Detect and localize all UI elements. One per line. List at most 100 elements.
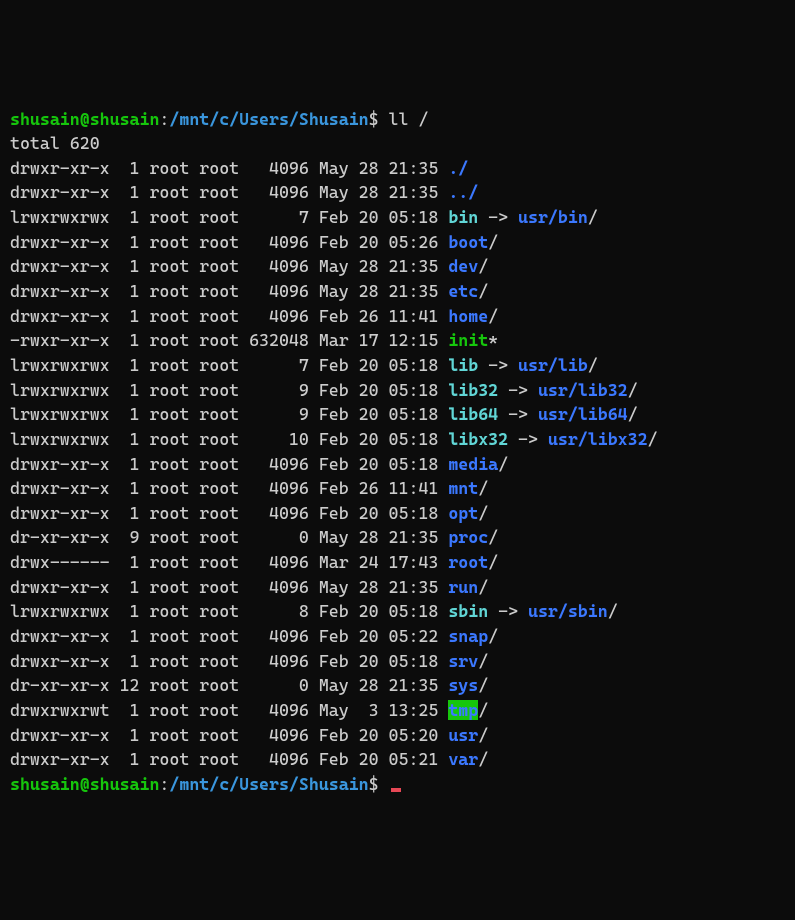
file-size: 4096: [239, 577, 309, 597]
file-slash: /: [488, 552, 498, 572]
file-perms: drwxr-xr-x: [10, 232, 110, 252]
file-links: 1: [110, 158, 140, 178]
file-size: 4096: [239, 700, 309, 720]
file-owner: root: [140, 527, 190, 547]
file-owner: root: [140, 601, 190, 621]
file-name: libx32: [448, 429, 508, 449]
file-name: root: [448, 552, 488, 572]
file-links: 1: [110, 577, 140, 597]
file-links: 1: [110, 725, 140, 745]
file-date: Mar 17 12:15: [309, 330, 448, 350]
listing-row: drwxr-xr-x 1 root root 4096 Feb 20 05:18…: [10, 649, 785, 674]
file-links: 1: [110, 601, 140, 621]
listing-row: drwx------ 1 root root 4096 Mar 24 17:43…: [10, 550, 785, 575]
file-size: 7: [239, 207, 309, 227]
file-links: 1: [110, 380, 140, 400]
file-date: May 28 21:35: [309, 527, 448, 547]
listing-row: lrwxrwxrwx 1 root root 9 Feb 20 05:18 li…: [10, 402, 785, 427]
prompt-line-2: shusain@shusain:/mnt/c/Users/Shusain$: [10, 772, 785, 797]
link-target: usr/bin: [518, 207, 588, 227]
file-owner: root: [140, 404, 190, 424]
file-date: Feb 20 05:18: [309, 355, 448, 375]
file-links: 1: [110, 404, 140, 424]
file-slash: /: [478, 281, 488, 301]
file-size: 0: [239, 675, 309, 695]
file-group: root: [189, 626, 239, 646]
prompt-dollar: $: [369, 774, 379, 794]
listing-row: drwxr-xr-x 1 root root 4096 Feb 26 11:41…: [10, 476, 785, 501]
file-size: 4096: [239, 552, 309, 572]
file-links: 1: [110, 355, 140, 375]
file-owner: root: [140, 725, 190, 745]
file-perms: drwxr-xr-x: [10, 256, 110, 276]
file-date: Mar 24 17:43: [309, 552, 448, 572]
file-owner: root: [140, 429, 190, 449]
file-owner: root: [140, 306, 190, 326]
file-size: 4096: [239, 478, 309, 498]
file-group: root: [189, 158, 239, 178]
file-date: Feb 20 05:20: [309, 725, 448, 745]
file-group: root: [189, 700, 239, 720]
file-name: ./: [448, 158, 468, 178]
listing-row: lrwxrwxrwx 1 root root 8 Feb 20 05:18 sb…: [10, 599, 785, 624]
file-size: 4096: [239, 281, 309, 301]
file-date: Feb 20 05:26: [309, 232, 448, 252]
file-star: *: [488, 330, 498, 350]
listing-row: drwxr-xr-x 1 root root 4096 Feb 20 05:21…: [10, 747, 785, 772]
total-line: total 620: [10, 131, 785, 156]
file-perms: drwxr-xr-x: [10, 454, 110, 474]
file-name: snap: [448, 626, 488, 646]
file-owner: root: [140, 651, 190, 671]
target-slash: /: [628, 404, 638, 424]
file-owner: root: [140, 380, 190, 400]
file-group: root: [189, 306, 239, 326]
listing-row: drwxr-xr-x 1 root root 4096 May 28 21:35…: [10, 180, 785, 205]
file-perms: drwxr-xr-x: [10, 158, 110, 178]
file-date: Feb 20 05:18: [309, 651, 448, 671]
file-owner: root: [140, 626, 190, 646]
file-date: May 28 21:35: [309, 675, 448, 695]
file-slash: /: [478, 675, 488, 695]
file-group: root: [189, 601, 239, 621]
terminal-output[interactable]: shusain@shusain:/mnt/c/Users/Shusain$ ll…: [10, 107, 785, 797]
file-slash: /: [478, 651, 488, 671]
file-perms: drwxr-xr-x: [10, 651, 110, 671]
command-text-value: ll /: [389, 109, 429, 129]
file-links: 1: [110, 749, 140, 769]
file-size: 632048: [239, 330, 309, 350]
file-name: ../: [448, 182, 478, 202]
file-name: boot: [448, 232, 488, 252]
file-group: root: [189, 725, 239, 745]
file-perms: drwxrwxrwt: [10, 700, 110, 720]
file-perms: lrwxrwxrwx: [10, 404, 110, 424]
file-links: 1: [110, 207, 140, 227]
command-input[interactable]: [379, 774, 389, 794]
file-owner: root: [140, 478, 190, 498]
file-links: 1: [110, 256, 140, 276]
file-group: root: [189, 749, 239, 769]
file-group: root: [189, 527, 239, 547]
file-size: 4096: [239, 306, 309, 326]
file-group: root: [189, 404, 239, 424]
file-owner: root: [140, 281, 190, 301]
file-slash: /: [478, 503, 488, 523]
file-size: 0: [239, 527, 309, 547]
file-name: proc: [448, 527, 488, 547]
file-slash: /: [478, 725, 488, 745]
file-group: root: [189, 281, 239, 301]
file-name: run: [448, 577, 478, 597]
file-owner: root: [140, 232, 190, 252]
file-owner: root: [140, 675, 190, 695]
file-owner: root: [140, 355, 190, 375]
file-date: Feb 20 05:18: [309, 601, 448, 621]
link-target: usr/lib: [518, 355, 588, 375]
link-arrow: ->: [478, 355, 518, 375]
prompt-colon: :: [159, 109, 169, 129]
file-slash: /: [478, 700, 488, 720]
file-name: lib32: [448, 380, 498, 400]
file-group: root: [189, 454, 239, 474]
file-date: Feb 20 05:18: [309, 207, 448, 227]
file-group: root: [189, 503, 239, 523]
file-owner: root: [140, 749, 190, 769]
file-date: Feb 20 05:18: [309, 380, 448, 400]
